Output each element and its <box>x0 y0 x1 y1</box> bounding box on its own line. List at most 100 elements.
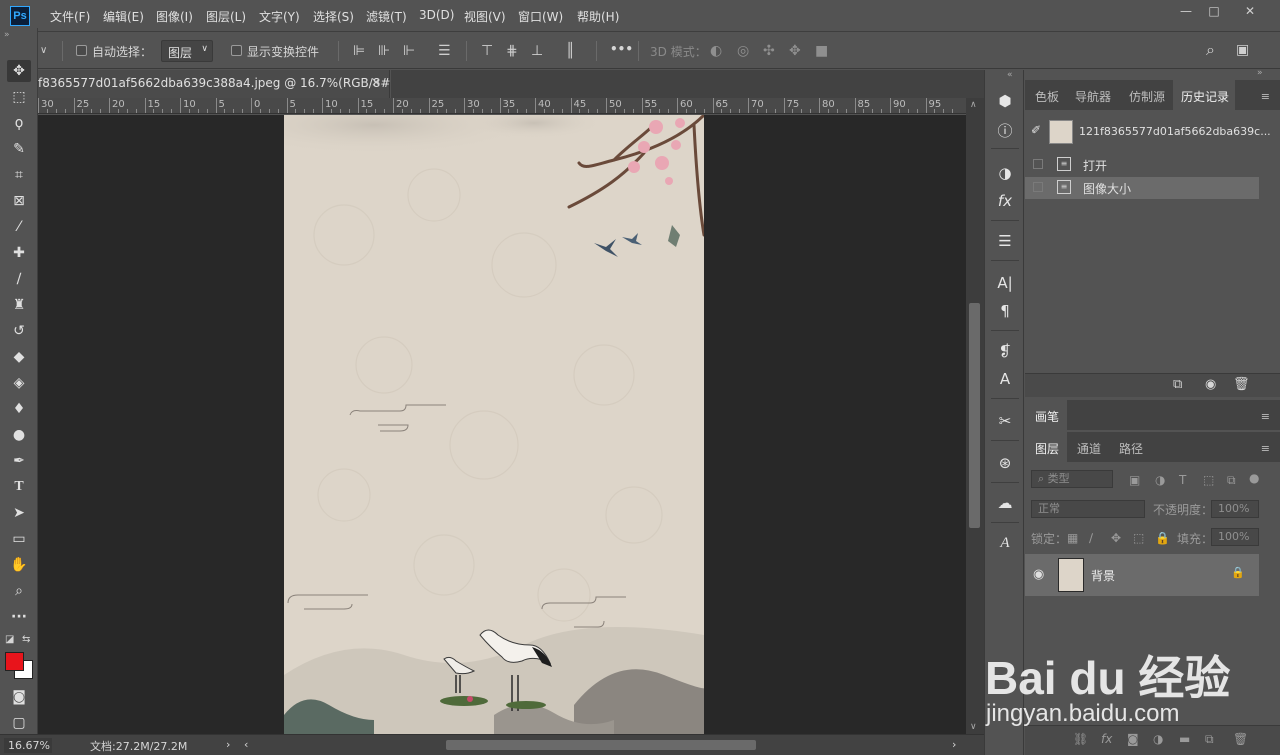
3d-camera-icon[interactable]: ■ <box>815 43 828 59</box>
history-brush-source-icon[interactable]: ✐ <box>1031 123 1041 137</box>
tab-clone-source[interactable]: 仿制源 <box>1129 88 1165 105</box>
new-layer-icon[interactable]: ⧉ <box>1205 732 1214 747</box>
add-mask-icon[interactable]: ◙ <box>1127 732 1139 746</box>
menu-select[interactable]: 选择(S) <box>313 8 354 25</box>
align-right-icon[interactable]: ⊩ <box>403 43 415 59</box>
panel-menu-icon[interactable]: ≡ <box>1261 410 1270 423</box>
layer-style-icon[interactable]: fx <box>1101 732 1112 746</box>
history-step-open[interactable]: ≡ 打开 <box>1025 154 1259 176</box>
canvas-area[interactable] <box>38 115 966 734</box>
align-bottom-icon[interactable]: ⊥ <box>531 43 543 59</box>
frame-tool-icon[interactable]: ⊠ <box>7 190 31 212</box>
menu-layer[interactable]: 图层(L) <box>206 8 246 25</box>
snapshot-camera-icon[interactable]: ◉ <box>1205 377 1216 392</box>
align-center-icon[interactable]: ⊪ <box>378 43 390 59</box>
clone-stamp-tool-icon[interactable]: ♜ <box>7 294 31 316</box>
tab-history[interactable]: 历史记录 <box>1181 88 1229 105</box>
opacity-field[interactable]: 100% <box>1211 500 1259 518</box>
history-source-checkbox[interactable] <box>1033 182 1043 192</box>
menu-3d[interactable]: 3D(D) <box>419 8 454 22</box>
history-step-image-size[interactable]: ≡ 图像大小 <box>1025 177 1259 199</box>
maximize-button[interactable]: □ <box>1202 3 1226 19</box>
edit-toolbar-icon[interactable]: ··· <box>7 606 31 628</box>
screen-mode-icon[interactable]: ▢ <box>7 712 31 734</box>
tab-navigator[interactable]: 导航器 <box>1075 88 1111 105</box>
vertical-scrollbar-thumb[interactable] <box>969 303 980 528</box>
menu-type[interactable]: 文字(Y) <box>259 8 300 25</box>
scroll-up-icon[interactable]: ∧ <box>970 100 977 110</box>
healing-brush-tool-icon[interactable]: ✚ <box>7 242 31 264</box>
marquee-tool-icon[interactable]: ⬚ <box>7 86 31 108</box>
link-layers-icon[interactable]: ⛓ <box>1073 732 1088 746</box>
menu-filter[interactable]: 滤镜(T) <box>366 8 407 25</box>
type-tool-icon[interactable]: T <box>7 476 31 498</box>
rectangle-tool-icon[interactable]: ▭ <box>7 528 31 550</box>
tab-paths[interactable]: 路径 <box>1119 440 1143 457</box>
fill-field[interactable]: 100% <box>1211 528 1259 546</box>
character-styles-icon[interactable]: A <box>993 368 1017 390</box>
align-middle-icon[interactable]: ⋕ <box>506 43 518 59</box>
eyedropper-tool-icon[interactable]: ⁄ <box>7 216 31 238</box>
hand-tool-icon[interactable]: ✋ <box>7 554 31 576</box>
new-group-icon[interactable]: ▬ <box>1179 732 1190 746</box>
brush-tool-icon[interactable]: ∕ <box>7 268 31 290</box>
3d-slide-icon[interactable]: ✥ <box>789 43 801 59</box>
3d-panel-icon[interactable]: ⬢ <box>993 90 1017 112</box>
more-options-button[interactable]: ••• <box>610 42 633 56</box>
expand-panels-icon[interactable]: « <box>1007 70 1013 80</box>
blur-tool-icon[interactable]: ♦ <box>7 398 31 420</box>
menu-edit[interactable]: 编辑(E) <box>103 8 144 25</box>
layer-row-background[interactable]: ◉ 背景 🔒 <box>1025 554 1259 596</box>
tab-swatches[interactable]: 色板 <box>1035 88 1059 105</box>
properties-panel-icon[interactable]: ⊛ <box>993 452 1017 474</box>
adjustments-panel-icon[interactable]: ◑ <box>993 162 1017 184</box>
tab-channels[interactable]: 通道 <box>1077 440 1101 457</box>
delete-layer-icon[interactable]: 🗑 <box>1233 732 1248 746</box>
show-transform-checkbox[interactable] <box>231 45 242 56</box>
distribute-horizontal-icon[interactable]: ║ <box>566 43 574 59</box>
filter-smart-object-icon[interactable]: ⧉ <box>1227 472 1236 488</box>
minimize-button[interactable]: — <box>1174 3 1198 19</box>
zoom-tool-icon[interactable]: ⌕ <box>7 580 31 602</box>
close-tab-icon[interactable]: × <box>371 75 381 89</box>
workspace-icon[interactable]: ▣ <box>1236 42 1249 58</box>
lock-position-icon[interactable]: ✥ <box>1111 530 1121 546</box>
crop-tool-icon[interactable]: ⌗ <box>7 164 31 186</box>
lock-image-icon[interactable]: ∕ <box>1089 530 1093 546</box>
history-source-checkbox[interactable] <box>1033 159 1043 169</box>
adjustment-layer-icon[interactable]: ◑ <box>1153 732 1163 746</box>
filter-pixel-icon[interactable]: ▣ <box>1129 472 1140 488</box>
menu-window[interactable]: 窗口(W) <box>518 8 563 25</box>
zoom-level-field[interactable]: 16.67% <box>4 738 52 753</box>
close-button[interactable]: ✕ <box>1238 3 1262 19</box>
libraries-panel-icon[interactable]: ☁ <box>993 492 1017 514</box>
distribute-vertical-icon[interactable]: ☰ <box>438 43 451 59</box>
3d-roll-icon[interactable]: ◎ <box>737 43 749 59</box>
blend-mode-dropdown[interactable]: 正常 <box>1031 500 1145 518</box>
auto-select-target-dropdown[interactable]: 图层 ∨ <box>161 40 213 62</box>
new-document-from-state-icon[interactable]: ⧉ <box>1173 377 1182 392</box>
document-canvas[interactable] <box>284 115 704 734</box>
document-tab[interactable]: f8365577d01af5662dba639c388a4.jpeg @ 16.… <box>38 70 405 98</box>
pen-tool-icon[interactable]: ✒ <box>7 450 31 472</box>
quick-select-tool-icon[interactable]: ✎ <box>7 138 31 160</box>
horizontal-scrollbar-thumb[interactable] <box>446 740 756 750</box>
eye-icon[interactable]: ◉ <box>1033 567 1044 582</box>
3d-orbit-icon[interactable]: ◐ <box>710 43 722 59</box>
styles-panel-icon[interactable]: fx <box>993 190 1017 212</box>
collapse-panels-icon[interactable]: » <box>1257 68 1263 78</box>
history-brush-tool-icon[interactable]: ↺ <box>7 320 31 342</box>
foreground-color-swatch[interactable] <box>5 652 24 671</box>
lock-transparent-icon[interactable]: ▦ <box>1067 530 1078 546</box>
lock-all-icon[interactable]: 🔒 <box>1155 530 1170 546</box>
chevron-down-icon[interactable]: ∨ <box>40 43 47 59</box>
info-panel-icon[interactable]: ⓘ <box>993 120 1017 142</box>
paragraph-panel-icon[interactable]: ¶ <box>993 300 1017 322</box>
lasso-tool-icon[interactable]: ϙ <box>7 112 31 134</box>
3d-pan-icon[interactable]: ✣ <box>763 43 775 59</box>
history-snapshot[interactable]: ✐ 121f8365577d01af5662dba639c... <box>1025 117 1271 147</box>
layer-filter-dropdown[interactable]: ⌕ 类型 <box>1031 470 1113 488</box>
paint-bucket-tool-icon[interactable]: ◈ <box>7 372 31 394</box>
filter-toggle-icon[interactable]: ● <box>1249 470 1259 486</box>
swap-colors-icon[interactable]: ⇆ <box>22 634 30 645</box>
